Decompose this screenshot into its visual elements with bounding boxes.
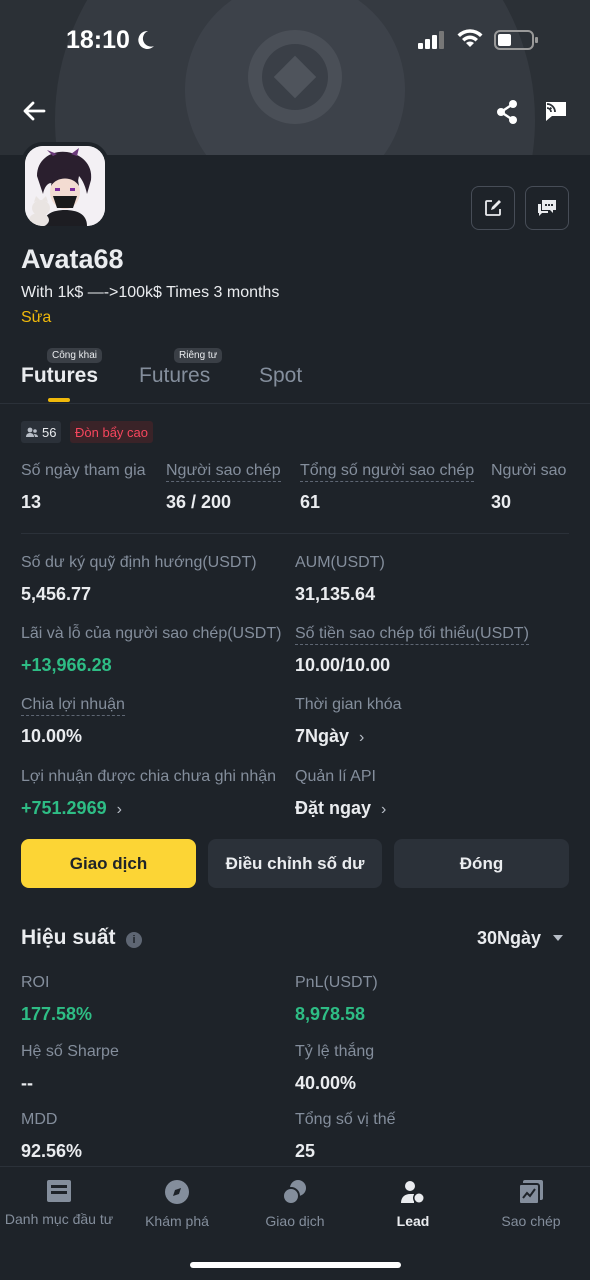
copier-pnl-label: Lãi và lỗ của người sao chép(USDT) — [21, 625, 282, 642]
sharpe-value: -- — [21, 1073, 33, 1093]
win-rate-label: Tỷ lệ thắng — [295, 1043, 375, 1060]
win-rate-value: 40.00% — [295, 1073, 357, 1093]
avatar-image — [25, 146, 105, 227]
home-indicator[interactable] — [190, 1262, 401, 1268]
nav-label-explore: Khám phá — [145, 1213, 209, 1229]
api-value: Đặt ngay — [295, 798, 372, 818]
lead-icon — [401, 1181, 425, 1204]
portfolio-icon — [47, 1180, 71, 1202]
positions-value: 25 — [295, 1141, 316, 1161]
nav-item-explore[interactable]: Khám phá — [118, 1179, 236, 1229]
compass-icon — [165, 1180, 189, 1204]
profile-name: Avata68 — [21, 244, 124, 274]
roi-label: ROI — [21, 974, 50, 991]
period-selector[interactable]: 30Ngày — [477, 928, 541, 949]
mdd-value: 92.56% — [21, 1141, 83, 1161]
days-joined-label: Số ngày tham gia — [21, 462, 146, 479]
chevron-right-icon: › — [116, 801, 122, 818]
copiers-label[interactable]: Người sao chép — [166, 462, 281, 482]
copier-pnl-value: +13,966.28 — [21, 655, 112, 675]
lock-time-link[interactable]: 7Ngày › — [295, 726, 364, 747]
margin-balance-value: 5,456.77 — [21, 584, 92, 604]
copy-chart-icon — [518, 1180, 543, 1205]
edit-bio-link[interactable]: Sửa — [21, 309, 51, 327]
nav-item-copy[interactable]: Sao chép — [472, 1179, 590, 1229]
active-tab-indicator — [48, 398, 70, 402]
unrealized-share-link[interactable]: +751.2969 › — [21, 798, 122, 819]
message-icon[interactable] — [544, 100, 568, 122]
sharpe-label: Hệ số Sharpe — [21, 1043, 119, 1060]
edit-profile-button[interactable] — [471, 186, 515, 230]
pnl-label: PnL(USDT) — [295, 974, 378, 991]
nav-label-copy: Sao chép — [501, 1213, 561, 1229]
high-leverage-tag: Đòn bẩy cao — [70, 421, 153, 443]
follower-count-tag: 56 — [21, 421, 62, 443]
tab-futures-public[interactable]: Futures — [21, 364, 98, 388]
nav-item-trade[interactable]: Giao dịch — [236, 1179, 354, 1229]
nav-label-lead: Lead — [396, 1213, 430, 1229]
nav-item-portfolio[interactable]: Danh mục đầu tư — [0, 1179, 118, 1227]
signal-icon — [418, 31, 444, 49]
profit-share-label[interactable]: Chia lợi nhuận — [21, 696, 125, 716]
caret-down-icon[interactable] — [553, 935, 563, 941]
moon-icon — [138, 30, 154, 49]
users-icon — [26, 427, 38, 437]
min-copy-label[interactable]: Số tiền sao chép tối thiểu(USDT) — [295, 625, 529, 645]
days-joined-value: 13 — [21, 492, 42, 512]
chevron-right-icon: › — [381, 801, 387, 818]
wifi-icon — [457, 29, 483, 47]
info-icon[interactable]: i — [126, 932, 142, 948]
total-copiers-value: 61 — [300, 492, 321, 512]
tab-futures-private[interactable]: Futures — [139, 364, 210, 388]
aum-label: AUM(USDT) — [295, 554, 385, 571]
positions-label: Tổng số vị thế — [295, 1111, 396, 1128]
profile-bio: With 1k$ —->100k$ Times 3 months — [21, 284, 280, 301]
roi-value: 177.58% — [21, 1004, 93, 1024]
adjust-balance-button[interactable]: Điều chỉnh số dư — [208, 839, 382, 888]
followers-label: Người sao — [491, 462, 567, 479]
tab-spot[interactable]: Spot — [259, 364, 302, 388]
followers-value: 30 — [491, 492, 512, 512]
avatar[interactable] — [21, 142, 109, 230]
api-label: Quản lí API — [295, 768, 376, 785]
close-button[interactable]: Đóng — [394, 839, 569, 888]
profit-share-value: 10.00% — [21, 726, 83, 746]
chevron-right-icon: › — [359, 729, 365, 746]
pnl-value: 8,978.58 — [295, 1004, 366, 1024]
performance-title: Hiệu suất — [21, 926, 116, 949]
api-link[interactable]: Đặt ngay › — [295, 798, 386, 819]
section-divider — [21, 533, 569, 534]
tab-divider — [0, 403, 590, 404]
back-arrow-icon[interactable] — [22, 100, 46, 122]
edit-icon — [485, 200, 501, 216]
aum-value: 31,135.64 — [295, 584, 376, 604]
tab-badge-public: Công khai — [47, 348, 103, 363]
margin-balance-label: Số dư ký quỹ định hướng(USDT) — [21, 554, 257, 571]
nav-label-portfolio: Danh mục đầu tư — [4, 1211, 114, 1227]
unrealized-share-value: +751.2969 — [21, 798, 107, 818]
share-icon[interactable] — [496, 100, 518, 124]
lead-profile-screen: 18:10 Avata68 With 1k$ —->100k$ Times 3 … — [0, 0, 590, 1280]
nav-label-trade: Giao dịch — [265, 1213, 325, 1229]
lock-time-label: Thời gian khóa — [295, 696, 402, 713]
status-bar: 18:10 — [0, 0, 590, 80]
trade-button[interactable]: Giao dịch — [21, 839, 196, 888]
status-time: 18:10 — [66, 26, 130, 54]
chat-icon — [538, 200, 556, 216]
tab-badge-private: Riêng tư — [174, 348, 223, 363]
unrealized-share-label: Lợi nhuận được chia chưa ghi nhận — [21, 768, 277, 785]
follower-count: 56 — [42, 424, 57, 440]
chat-button[interactable] — [525, 186, 569, 230]
trade-icon — [282, 1180, 306, 1205]
copiers-value: 36 / 200 — [166, 492, 232, 512]
battery-icon — [494, 30, 538, 50]
lock-time-value: 7Ngày — [295, 726, 350, 746]
total-copiers-label[interactable]: Tổng số người sao chép — [300, 462, 475, 482]
mdd-label: MDD — [21, 1111, 58, 1128]
nav-item-lead[interactable]: Lead — [354, 1179, 472, 1229]
min-copy-value: 10.00/10.00 — [295, 655, 391, 675]
